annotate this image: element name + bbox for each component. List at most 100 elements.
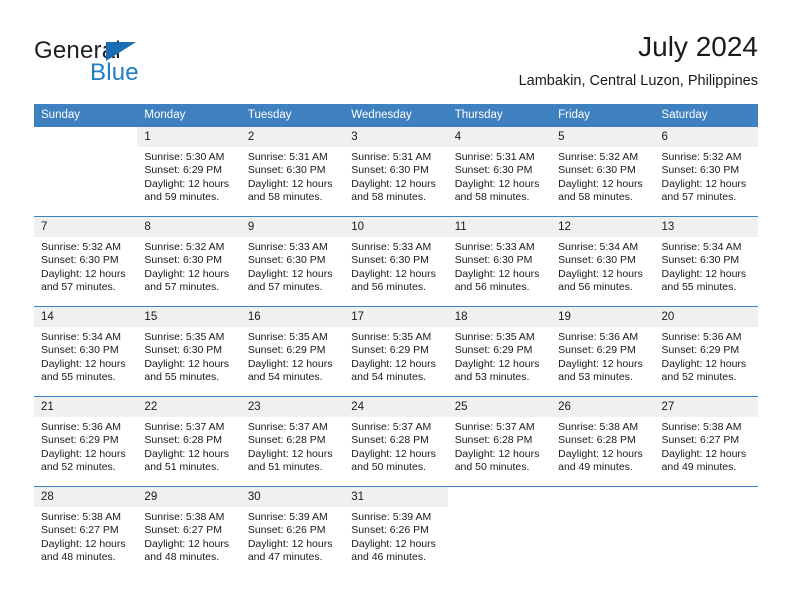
daylight-duration-line2: and 50 minutes.	[351, 461, 426, 474]
day-number: 6	[654, 127, 758, 147]
sunset-time: Sunset: 6:29 PM	[454, 344, 533, 357]
sunrise-time: Sunrise: 5:35 AM	[247, 331, 328, 343]
calendar-day-cell[interactable]: 25 Sunrise: 5:37 AM Sunset: 6:28 PM Dayligh…	[447, 396, 552, 487]
calendar-day-cell[interactable]: 20 Sunrise: 5:36 AM Sunset: 6:29 PM Dayligh…	[654, 306, 758, 397]
calendar-day-cell[interactable]: 14 Sunrise: 5:34 AM Sunset: 6:30 PM Dayligh…	[34, 306, 138, 397]
daylight-duration-line2: and 53 minutes.	[558, 371, 633, 384]
weekday-header-tuesday: Tuesday	[240, 104, 345, 127]
calendar-day-cell[interactable]: 21 Sunrise: 5:36 AM Sunset: 6:29 PM Dayligh…	[34, 396, 138, 487]
calendar-day-cell[interactable]: 8 Sunrise: 5:32 AM Sunset: 6:30 PM Daylight…	[137, 216, 241, 307]
day-number: 12	[551, 217, 655, 237]
daylight-duration-line2: and 54 minutes.	[247, 371, 323, 384]
daylight-duration-line1: Daylight: 12 hours	[41, 537, 126, 550]
calendar-day-cell[interactable]: 6 Sunrise: 5:32 AM Sunset: 6:30 PM Daylight…	[654, 126, 758, 217]
daylight-duration-line2: and 49 minutes.	[661, 461, 737, 474]
day-cell-content: 7 Sunrise: 5:32 AM Sunset: 6:30 PM Daylight…	[34, 217, 138, 306]
day-cell-content: 15 Sunrise: 5:35 AM Sunset: 6:30 PM Dayligh…	[137, 307, 241, 396]
day-cell-content: 22 Sunrise: 5:37 AM Sunset: 6:28 PM Dayligh…	[137, 397, 241, 486]
calendar-day-cell[interactable]: 24 Sunrise: 5:37 AM Sunset: 6:28 PM Dayligh…	[344, 396, 448, 487]
day-number: 21	[34, 397, 138, 417]
calendar-day-cell[interactable]: 28 Sunrise: 5:38 AM Sunset: 6:27 PM Dayligh…	[34, 486, 138, 574]
daylight-duration-line1: Daylight: 12 hours	[351, 267, 436, 280]
day-details: Sunrise: 5:35 AM Sunset: 6:30 PM Daylight:…	[137, 327, 240, 385]
day-cell-content: 12 Sunrise: 5:34 AM Sunset: 6:30 PM Dayligh…	[551, 217, 655, 306]
day-cell-content: 28 Sunrise: 5:38 AM Sunset: 6:27 PM Dayligh…	[34, 487, 138, 574]
calendar-day-cell[interactable]: 3 Sunrise: 5:31 AM Sunset: 6:30 PM Daylight…	[344, 126, 448, 217]
day-number: 8	[137, 217, 241, 237]
calendar-day-cell[interactable]: 10 Sunrise: 5:33 AM Sunset: 6:30 PM Dayligh…	[344, 216, 448, 307]
daylight-duration-line1: Daylight: 12 hours	[558, 357, 643, 370]
calendar-day-cell[interactable]: 29 Sunrise: 5:38 AM Sunset: 6:27 PM Dayligh…	[137, 486, 241, 574]
daylight-duration-line2: and 52 minutes.	[661, 371, 737, 384]
daylight-duration-line2: and 57 minutes.	[247, 281, 323, 294]
calendar-day-cell[interactable]: 19 Sunrise: 5:36 AM Sunset: 6:29 PM Dayligh…	[551, 306, 655, 397]
general-blue-logo: General Blue	[34, 38, 204, 94]
day-cell-content: 8 Sunrise: 5:32 AM Sunset: 6:30 PM Daylight…	[137, 217, 241, 306]
day-number: 20	[654, 307, 758, 327]
calendar-day-cell[interactable]: 17 Sunrise: 5:35 AM Sunset: 6:29 PM Dayligh…	[344, 306, 448, 397]
day-cell-content: 19 Sunrise: 5:36 AM Sunset: 6:29 PM Dayligh…	[551, 307, 655, 396]
daylight-duration-line2: and 55 minutes.	[41, 371, 116, 384]
sunrise-time: Sunrise: 5:35 AM	[351, 331, 432, 343]
calendar-day-cell[interactable]: 5 Sunrise: 5:32 AM Sunset: 6:30 PM Daylight…	[551, 126, 655, 217]
day-details: Sunrise: 5:39 AM Sunset: 6:26 PM Daylight:…	[241, 507, 344, 565]
day-number	[448, 487, 551, 507]
page-header: General Blue July 2024 Lambakin, Central…	[34, 30, 758, 96]
day-number: 2	[240, 127, 345, 147]
calendar-day-cell[interactable]: 16 Sunrise: 5:35 AM Sunset: 6:29 PM Dayligh…	[240, 306, 345, 397]
daylight-duration-line1: Daylight: 12 hours	[351, 537, 436, 550]
calendar-day-cell[interactable]: 12 Sunrise: 5:34 AM Sunset: 6:30 PM Dayligh…	[551, 216, 655, 307]
day-details: Sunrise: 5:30 AM Sunset: 6:29 PM Daylight:…	[137, 147, 240, 205]
daylight-duration-line1: Daylight: 12 hours	[41, 357, 126, 370]
day-cell-content: 5 Sunrise: 5:32 AM Sunset: 6:30 PM Daylight…	[551, 127, 655, 216]
sunset-time: Sunset: 6:30 PM	[247, 254, 326, 267]
logo-text-blue: Blue	[90, 59, 139, 86]
weekday-header-thursday: Thursday	[447, 104, 552, 127]
weekday-header-sunday: Sunday	[34, 104, 138, 127]
day-cell-content: 26 Sunrise: 5:38 AM Sunset: 6:28 PM Dayligh…	[551, 397, 655, 486]
day-details: Sunrise: 5:32 AM Sunset: 6:30 PM Daylight:…	[34, 237, 137, 295]
day-number: 1	[137, 127, 241, 147]
daylight-duration-line2: and 57 minutes.	[41, 281, 116, 294]
sunrise-time: Sunrise: 5:33 AM	[247, 241, 328, 253]
calendar-day-cell[interactable]: 2 Sunrise: 5:31 AM Sunset: 6:30 PM Daylight…	[240, 126, 345, 217]
sunrise-time: Sunrise: 5:36 AM	[41, 421, 121, 433]
daylight-duration-line2: and 53 minutes.	[454, 371, 530, 384]
daylight-duration-line2: and 50 minutes.	[454, 461, 530, 474]
calendar-day-cell[interactable]: 22 Sunrise: 5:37 AM Sunset: 6:28 PM Dayligh…	[137, 396, 241, 487]
calendar-day-cell[interactable]: 9 Sunrise: 5:33 AM Sunset: 6:30 PM Daylight…	[240, 216, 345, 307]
day-number: 22	[137, 397, 241, 417]
day-number: 5	[551, 127, 655, 147]
day-number: 23	[240, 397, 345, 417]
sunrise-time: Sunrise: 5:32 AM	[41, 241, 121, 253]
sunset-time: Sunset: 6:29 PM	[247, 344, 326, 357]
calendar-day-cell[interactable]: 31 Sunrise: 5:39 AM Sunset: 6:26 PM Dayligh…	[344, 486, 448, 574]
calendar-day-cell[interactable]: 1 Sunrise: 5:30 AM Sunset: 6:29 PM Daylight…	[137, 126, 241, 217]
day-details: Sunrise: 5:37 AM Sunset: 6:28 PM Daylight:…	[344, 417, 447, 475]
calendar-day-cell[interactable]: 4 Sunrise: 5:31 AM Sunset: 6:30 PM Daylight…	[447, 126, 552, 217]
daylight-duration-line1: Daylight: 12 hours	[144, 357, 230, 370]
day-cell-content: 13 Sunrise: 5:34 AM Sunset: 6:30 PM Dayligh…	[654, 217, 758, 306]
daylight-duration-line2: and 56 minutes.	[351, 281, 426, 294]
sunset-time: Sunset: 6:27 PM	[661, 434, 740, 447]
calendar-day-cell[interactable]: 11 Sunrise: 5:33 AM Sunset: 6:30 PM Dayligh…	[447, 216, 552, 307]
daylight-duration-line1: Daylight: 12 hours	[144, 537, 230, 550]
sunrise-time: Sunrise: 5:34 AM	[41, 331, 121, 343]
calendar-day-cell[interactable]: 26 Sunrise: 5:38 AM Sunset: 6:28 PM Dayligh…	[551, 396, 655, 487]
sunrise-time: Sunrise: 5:39 AM	[351, 511, 432, 523]
calendar-day-cell[interactable]: 7 Sunrise: 5:32 AM Sunset: 6:30 PM Daylight…	[34, 216, 138, 307]
calendar-day-cell[interactable]: 15 Sunrise: 5:35 AM Sunset: 6:30 PM Dayligh…	[137, 306, 241, 397]
daylight-duration-line2: and 48 minutes.	[41, 551, 116, 564]
sunset-time: Sunset: 6:28 PM	[247, 434, 326, 447]
calendar-day-cell[interactable]: 18 Sunrise: 5:35 AM Sunset: 6:29 PM Dayligh…	[447, 306, 552, 397]
daylight-duration-line1: Daylight: 12 hours	[661, 267, 747, 280]
calendar-day-cell[interactable]: 13 Sunrise: 5:34 AM Sunset: 6:30 PM Dayligh…	[654, 216, 758, 307]
sunrise-time: Sunrise: 5:38 AM	[661, 421, 742, 433]
calendar-day-cell[interactable]: 23 Sunrise: 5:37 AM Sunset: 6:28 PM Dayligh…	[240, 396, 345, 487]
calendar-day-cell[interactable]: 30 Sunrise: 5:39 AM Sunset: 6:26 PM Dayligh…	[240, 486, 345, 574]
day-cell-content	[655, 487, 758, 574]
calendar-day-cell[interactable]: 27 Sunrise: 5:38 AM Sunset: 6:27 PM Dayligh…	[654, 396, 758, 487]
calendar-week-row: 1 Sunrise: 5:30 AM Sunset: 6:29 PM Daylight…	[34, 126, 758, 217]
day-cell-content	[448, 487, 551, 574]
sunrise-time: Sunrise: 5:38 AM	[558, 421, 639, 433]
